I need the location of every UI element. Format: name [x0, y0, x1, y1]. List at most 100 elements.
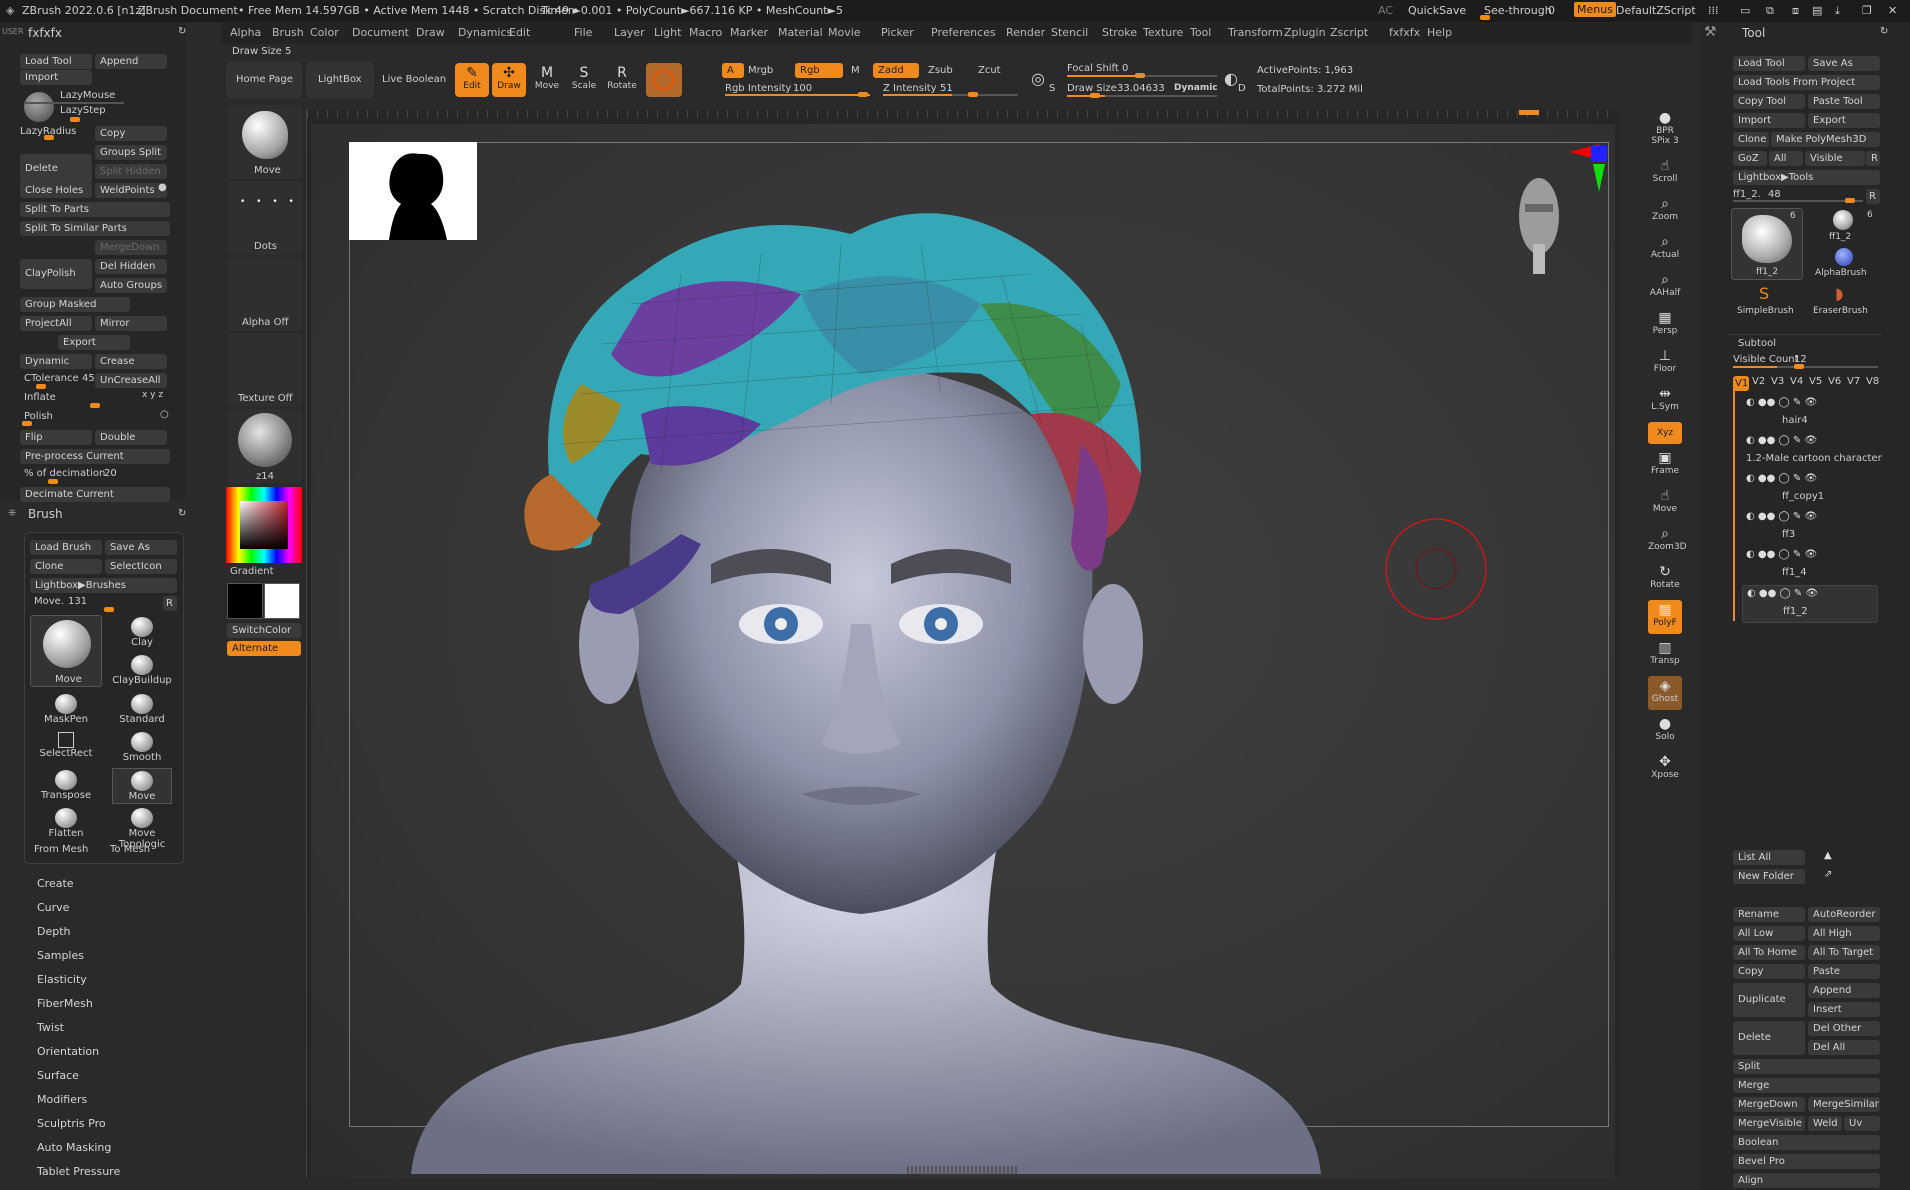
refresh-icon[interactable]: ↻ — [178, 26, 186, 37]
subtool-all-high-button[interactable]: All High — [1808, 926, 1880, 941]
switchcolor-button[interactable]: SwitchColor — [227, 623, 301, 638]
canvas-area[interactable] — [306, 110, 1620, 1178]
menu-brush[interactable]: Brush — [272, 26, 304, 39]
brush-claybuildup[interactable]: ClayBuildup — [112, 653, 172, 689]
quicksave-button[interactable]: QuickSave — [1408, 4, 1466, 17]
menu-picker[interactable]: Picker — [881, 26, 914, 39]
shelf-aahalf[interactable]: ⌕ AAHalf — [1648, 270, 1682, 304]
arrow-up-icon[interactable]: ▲ — [1824, 850, 1832, 861]
version-v8[interactable]: V8 — [1866, 376, 1879, 387]
stroke-s-button[interactable]: ◎ S — [1027, 63, 1057, 97]
claypolish-button[interactable]: ClayPolish — [20, 259, 92, 289]
subtool-mergedown-button[interactable]: MergeDown — [1733, 1097, 1805, 1112]
version-v6[interactable]: V6 — [1828, 376, 1841, 387]
3d-model-viewport[interactable] — [381, 144, 1521, 1174]
shelf-transp[interactable]: ▥ Transp — [1648, 638, 1682, 672]
brush-menu-twist[interactable]: Twist — [37, 1021, 64, 1034]
tool-lightbox-tools-button[interactable]: Lightbox▶Tools — [1733, 170, 1880, 185]
brush-smooth[interactable]: Smooth — [112, 730, 172, 766]
zsub-toggle[interactable]: Zsub — [928, 65, 953, 76]
current-tool-thumb[interactable] — [1845, 198, 1855, 203]
menu-zplugin[interactable]: Zplugin — [1284, 26, 1326, 39]
brush-clay[interactable]: Clay — [112, 615, 172, 651]
color-square[interactable] — [240, 501, 288, 549]
tool-clone-button[interactable]: Clone — [1733, 132, 1769, 147]
canvas-bottom-handle[interactable] — [907, 1166, 1017, 1174]
shelf-zoom[interactable]: ⌕ Zoom — [1648, 194, 1682, 228]
subtool-all-to-home-button[interactable]: All To Home — [1733, 945, 1805, 960]
shelf-xpose[interactable]: ✥ Xpose — [1648, 752, 1682, 786]
menu-edit[interactable]: Edit — [509, 26, 530, 39]
subtool-duplicate-button[interactable]: Duplicate — [1733, 983, 1805, 1017]
rgb-toggle[interactable]: Rgb — [795, 63, 843, 78]
shelf-scroll[interactable]: ☝ Scroll — [1648, 156, 1682, 190]
subtool-item[interactable]: ◐ ●● ◯ ✎ 👁 hair4 — [1742, 395, 1878, 433]
subtool-list-all-button[interactable]: List All — [1733, 850, 1805, 865]
lazystep-thumb[interactable] — [70, 117, 80, 122]
brush-move-slider[interactable] — [104, 607, 114, 612]
draw-size-thumb[interactable] — [1090, 93, 1100, 98]
brush-menu-auto-masking[interactable]: Auto Masking — [37, 1141, 111, 1154]
subtool-merge-button[interactable]: Merge — [1733, 1078, 1880, 1093]
subtool-append-button[interactable]: Append — [1808, 983, 1880, 998]
floating-icon[interactable]: ⧉ — [1766, 4, 1774, 18]
shelf-frame[interactable]: ▣ Frame — [1648, 448, 1682, 482]
shelf-solo[interactable]: ● Solo — [1648, 714, 1682, 748]
shelf-alpha[interactable]: Alpha Off — [228, 257, 302, 331]
menu-stroke[interactable]: Stroke — [1102, 26, 1137, 39]
projectall-button[interactable]: ProjectAll — [20, 316, 92, 331]
spix-label[interactable]: SPix 3 — [1648, 136, 1682, 146]
restore-icon[interactable]: ▤ — [1812, 4, 1822, 17]
tool-export-button[interactable]: Export — [1808, 113, 1880, 128]
subtool-visibility-icon[interactable]: ◐ ●● ◯ ✎ 👁 — [1747, 588, 1818, 599]
tool-save-as-button[interactable]: Save As — [1808, 56, 1880, 71]
defaultzscript-button[interactable]: DefaultZScript — [1616, 4, 1696, 17]
lazystep-label[interactable]: LazyStep — [60, 105, 106, 116]
close-holes-button[interactable]: Close Holes — [20, 183, 92, 198]
brush-menu-fibermesh[interactable]: FiberMesh — [37, 997, 93, 1010]
main-brush-move[interactable]: Move — [30, 615, 102, 687]
subtool-uv-button[interactable]: Uv — [1844, 1116, 1880, 1131]
dynamic-button[interactable]: Dynamic — [20, 354, 92, 369]
shelf-lsym[interactable]: ⇹ L.Sym — [1648, 384, 1682, 418]
subtool-delete-button[interactable]: Delete — [1733, 1021, 1805, 1055]
menu-file[interactable]: File — [574, 26, 592, 39]
copy-button[interactable]: Copy — [95, 126, 167, 141]
rotate-button[interactable]: R Rotate — [605, 63, 639, 97]
subtool-visibility-icon[interactable]: ◐ ●● ◯ ✎ 👁 — [1746, 511, 1817, 522]
shelf-persp[interactable]: ▦ Persp — [1648, 308, 1682, 342]
subtool-visibility-icon[interactable]: ◐ ●● ◯ ✎ 👁 — [1746, 549, 1817, 560]
brush-maskpen[interactable]: MaskPen — [36, 692, 96, 728]
tool-paste-tool-button[interactable]: Paste Tool — [1808, 94, 1880, 109]
selecticon-button[interactable]: SelectIcon — [105, 559, 177, 574]
brush-menu-create[interactable]: Create — [37, 877, 74, 890]
menu-tool[interactable]: Tool — [1190, 26, 1211, 39]
brush-move-topologic[interactable]: Move Topologic — [112, 806, 172, 850]
auto-groups-button[interactable]: Auto Groups — [95, 278, 167, 293]
subtool-item[interactable]: ◐ ●● ◯ ✎ 👁 ff3 — [1742, 509, 1878, 547]
polish-slider[interactable] — [22, 421, 32, 426]
current-tool-r-button[interactable]: R — [1866, 189, 1880, 204]
color-picker[interactable] — [226, 487, 302, 563]
shelf-texture[interactable]: Texture Off — [228, 333, 302, 407]
draw-button[interactable]: ✣ Draw — [492, 63, 526, 97]
live-boolean-button[interactable]: Live Boolean — [378, 62, 450, 98]
brush-flatten[interactable]: Flatten — [36, 806, 96, 842]
primary-color-swatch[interactable] — [227, 583, 263, 619]
brush-menu-curve[interactable]: Curve — [37, 901, 69, 914]
menu-dynamics[interactable]: Dynamics — [458, 26, 512, 39]
brush-clone-button[interactable]: Clone — [30, 559, 102, 574]
secondary-color-swatch[interactable] — [264, 583, 300, 619]
zadd-toggle[interactable]: Zadd — [873, 63, 919, 78]
menu-stencil[interactable]: Stencil — [1051, 26, 1088, 39]
version-v3[interactable]: V3 — [1771, 376, 1784, 387]
lightbox-button[interactable]: LightBox — [306, 62, 374, 98]
menu-document[interactable]: Document — [352, 26, 409, 39]
subtool-align-button[interactable]: Align — [1733, 1173, 1880, 1188]
maximize-icon[interactable]: ❐ — [1862, 4, 1872, 17]
rgb-intensity-thumb[interactable] — [858, 92, 868, 97]
shelf-move[interactable]: ☝ Move — [1648, 486, 1682, 520]
close-icon[interactable]: ✕ — [1888, 4, 1897, 17]
decimate-current-button[interactable]: Decimate Current — [20, 487, 170, 502]
brush-save-as-button[interactable]: Save As — [105, 540, 177, 555]
